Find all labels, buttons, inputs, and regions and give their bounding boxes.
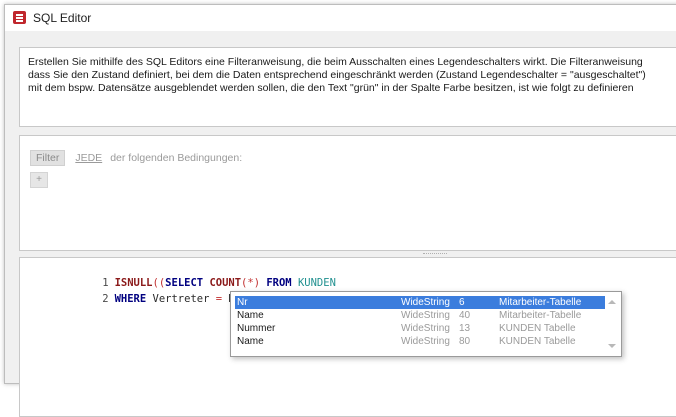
field-table: Mitarbeiter-Tabelle [499,310,582,321]
window-title: SQL Editor [33,11,92,25]
code-token-plain[interactable]: Vertreter [146,293,216,305]
splitter-grip[interactable] [423,253,447,255]
filter-panel: Filter JEDE der folgenden Bedingungen: + [19,135,676,251]
field-type: WideString [401,297,450,308]
code-line-1[interactable]: 1 ISNULL((SELECT COUNT(*) FROM KUNDEN [20,262,336,289]
field-name: Nr [237,297,248,308]
field-table: Mitarbeiter-Tabelle [499,297,582,308]
field-size: 6 [459,297,465,308]
description-line: dass Sie den Zustand definiert, bei dem … [28,69,646,81]
autocomplete-item[interactable]: Name WideString 40 Mitarbeiter-Tabelle [235,309,605,322]
code-line-2[interactable]: 2WHERE Vertreter = N),0) = 0 [20,278,285,305]
description-line: Erstellen Sie mithilfe des SQL Editors e… [28,56,643,68]
field-name: Nummer [237,323,276,334]
filter-bar: Filter JEDE der folgenden Bedingungen: [30,150,242,166]
field-name: Name [237,336,264,347]
field-size: 13 [459,323,471,334]
sql-editor-app-icon [13,11,26,24]
description-line: mit dem bspw. Datensätze ausgeblendet we… [28,82,634,94]
field-size: 40 [459,310,471,321]
autocomplete-popup: Nr WideString 6 Mitarbeiter-Tabelle Name Wide… [230,291,622,357]
popup-scrollbar[interactable] [605,296,619,352]
field-table: KUNDEN Tabelle [499,336,576,347]
field-name: Name [237,310,264,321]
field-type: WideString [401,310,450,321]
line-number: 2 [102,293,109,305]
scroll-up-icon[interactable] [608,300,616,304]
autocomplete-item[interactable]: Name WideString 80 KUNDEN Tabelle [235,335,605,348]
filter-button[interactable]: Filter [30,150,66,166]
code-token-tbl[interactable]: KUNDEN [298,277,336,289]
field-table: KUNDEN Tabelle [499,323,576,334]
field-size: 80 [459,336,471,347]
autocomplete-list: Nr WideString 6 Mitarbeiter-Tabelle Name Wide… [235,296,605,348]
condition-label: der folgenden Bedingungen: [110,152,243,164]
autocomplete-item[interactable]: Nummer WideString 13 KUNDEN Tabelle [235,322,605,335]
field-type: WideString [401,323,450,334]
code-token-kw[interactable]: WHERE [115,293,147,305]
add-condition-button[interactable]: + [30,172,48,188]
scroll-down-icon[interactable] [608,344,616,348]
sql-editor-window: SQL Editor Erstellen Sie mithilfe des SQ… [4,4,676,417]
field-type: WideString [401,336,450,347]
quantifier-link[interactable]: JEDE [75,152,102,164]
description-panel: Erstellen Sie mithilfe des SQL Editors e… [19,47,676,127]
title-bar: SQL Editor [5,5,676,31]
autocomplete-item[interactable]: Nr WideString 6 Mitarbeiter-Tabelle [235,296,605,309]
